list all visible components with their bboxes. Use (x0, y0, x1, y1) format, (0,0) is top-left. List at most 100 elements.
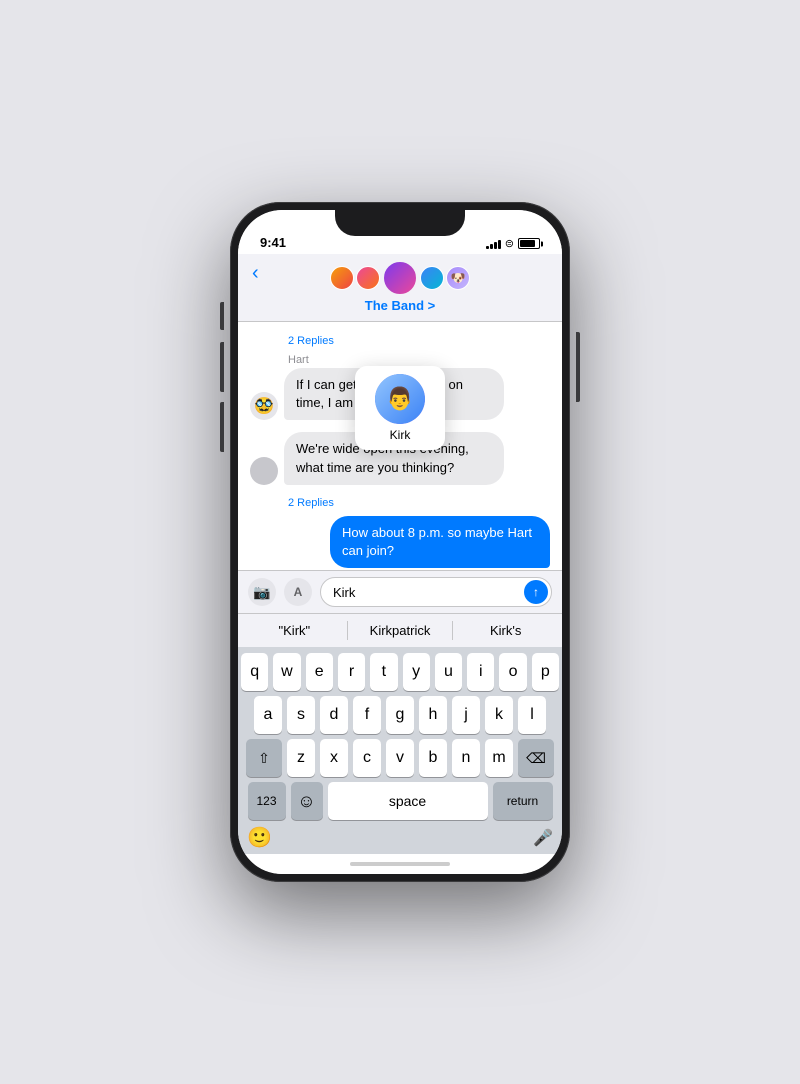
group-name[interactable]: The Band > (365, 298, 435, 313)
key-p[interactable]: p (532, 653, 559, 691)
camera-icon: 📷 (253, 584, 270, 601)
space-key[interactable]: space (328, 782, 488, 820)
sender-name-hart: Hart (250, 354, 550, 366)
message-row-sent: How about 8 p.m. so maybe Hart can join? (250, 516, 550, 568)
return-key[interactable]: return (493, 782, 553, 820)
key-w[interactable]: w (273, 653, 300, 691)
replies-link-1[interactable]: 2 Replies (238, 330, 562, 352)
notch (335, 210, 465, 236)
avatar-main (382, 260, 418, 296)
key-i[interactable]: i (467, 653, 494, 691)
keyboard-row-4: 123 ☺ space return (241, 782, 559, 820)
delete-key[interactable]: ⌫ (518, 739, 554, 777)
key-h[interactable]: h (419, 696, 447, 734)
replies-count-2: 2 Replies (288, 497, 334, 509)
chat-area[interactable]: 2 Replies Hart 🥸 If I can get the kids t… (238, 322, 562, 570)
send-icon: ↑ (533, 585, 539, 599)
autocomplete-item-2[interactable]: Kirkpatrick (348, 621, 454, 640)
emoji-bottom-icon[interactable]: 🙂 (247, 825, 272, 850)
key-m[interactable]: m (485, 739, 513, 777)
key-t[interactable]: t (370, 653, 397, 691)
keyboard: q w e r t y u i o p a s d f g h j k (238, 647, 562, 854)
autocomplete-item-1[interactable]: "Kirk" (242, 621, 348, 640)
signal-bar-4 (498, 240, 501, 249)
avatar-2 (356, 266, 380, 290)
avatar-gray (250, 457, 278, 485)
key-y[interactable]: y (403, 653, 430, 691)
message-group-sent: How about 8 p.m. so maybe Hart can join? (238, 514, 562, 570)
key-z[interactable]: z (287, 739, 315, 777)
battery-fill (520, 240, 535, 247)
mention-name: Kirk (390, 428, 411, 442)
power-button[interactable] (576, 332, 580, 402)
back-chevron-icon: ‹ (252, 262, 259, 285)
back-button[interactable]: ‹ (252, 262, 259, 285)
input-value: Kirk (333, 585, 355, 600)
key-x[interactable]: x (320, 739, 348, 777)
replies-link-2[interactable]: 2 Replies (238, 491, 562, 514)
status-icons: ⊜ (486, 237, 540, 250)
key-n[interactable]: n (452, 739, 480, 777)
mention-popup[interactable]: 👨 Kirk (355, 366, 445, 450)
numbers-key[interactable]: 123 (248, 782, 286, 820)
key-j[interactable]: j (452, 696, 480, 734)
signal-bar-1 (486, 246, 489, 249)
apps-button[interactable]: A (284, 578, 312, 606)
wifi-icon: ⊜ (505, 237, 514, 250)
key-g[interactable]: g (386, 696, 414, 734)
phone-screen: 9:41 ⊜ ‹ (238, 210, 562, 874)
input-wrapper: Kirk ↑ (320, 577, 552, 607)
key-a[interactable]: a (254, 696, 282, 734)
autocomplete-row: "Kirk" Kirkpatrick Kirk's (238, 613, 562, 647)
bubble-sent: How about 8 p.m. so maybe Hart can join? (330, 516, 550, 568)
microphone-icon[interactable]: 🎤 (533, 828, 553, 848)
key-v[interactable]: v (386, 739, 414, 777)
phone-device: 9:41 ⊜ ‹ (230, 202, 570, 882)
status-time: 9:41 (260, 235, 286, 250)
avatar-3 (420, 266, 444, 290)
shift-key[interactable]: ⇧ (246, 739, 282, 777)
home-indicator (238, 854, 562, 874)
key-b[interactable]: b (419, 739, 447, 777)
mention-avatar: 👨 (375, 374, 425, 424)
key-k[interactable]: k (485, 696, 513, 734)
volume-up-button[interactable] (220, 342, 224, 392)
battery-icon (518, 238, 540, 249)
avatar-4: 🐶 (446, 266, 470, 290)
autocomplete-item-3[interactable]: Kirk's (453, 621, 558, 640)
avatar-hart: 🥸 (250, 392, 278, 420)
space-label: space (389, 793, 426, 809)
numbers-label: 123 (256, 794, 276, 808)
input-area: 📷 A Kirk ↑ (238, 570, 562, 613)
signal-bar-3 (494, 242, 497, 249)
messages-header: ‹ 🐶 The Band > (238, 254, 562, 322)
return-label: return (507, 794, 538, 808)
keyboard-row-1: q w e r t y u i o p (241, 653, 559, 691)
home-bar (350, 862, 450, 866)
camera-button[interactable]: 📷 (248, 578, 276, 606)
key-s[interactable]: s (287, 696, 315, 734)
apps-icon: A (294, 585, 303, 599)
key-d[interactable]: d (320, 696, 348, 734)
key-u[interactable]: u (435, 653, 462, 691)
volume-down-button[interactable] (220, 402, 224, 452)
bubble-sent-text: How about 8 p.m. so maybe Hart can join? (342, 525, 532, 558)
send-button[interactable]: ↑ (524, 580, 548, 604)
avatar-1 (330, 266, 354, 290)
key-f[interactable]: f (353, 696, 381, 734)
key-o[interactable]: o (499, 653, 526, 691)
mute-button[interactable] (220, 302, 224, 330)
key-q[interactable]: q (241, 653, 268, 691)
key-l[interactable]: l (518, 696, 546, 734)
signal-icon (486, 239, 501, 249)
keyboard-row-2: a s d f g h j k l (241, 696, 559, 734)
signal-bar-2 (490, 244, 493, 249)
key-e[interactable]: e (306, 653, 333, 691)
keyboard-bottom: 🙂 🎤 (241, 825, 559, 850)
keyboard-row-3: ⇧ z x c v b n m ⌫ (241, 739, 559, 777)
emoji-key[interactable]: ☺ (291, 782, 323, 820)
key-c[interactable]: c (353, 739, 381, 777)
key-r[interactable]: r (338, 653, 365, 691)
message-input[interactable]: Kirk (320, 577, 552, 607)
group-avatars: 🐶 (330, 260, 470, 296)
